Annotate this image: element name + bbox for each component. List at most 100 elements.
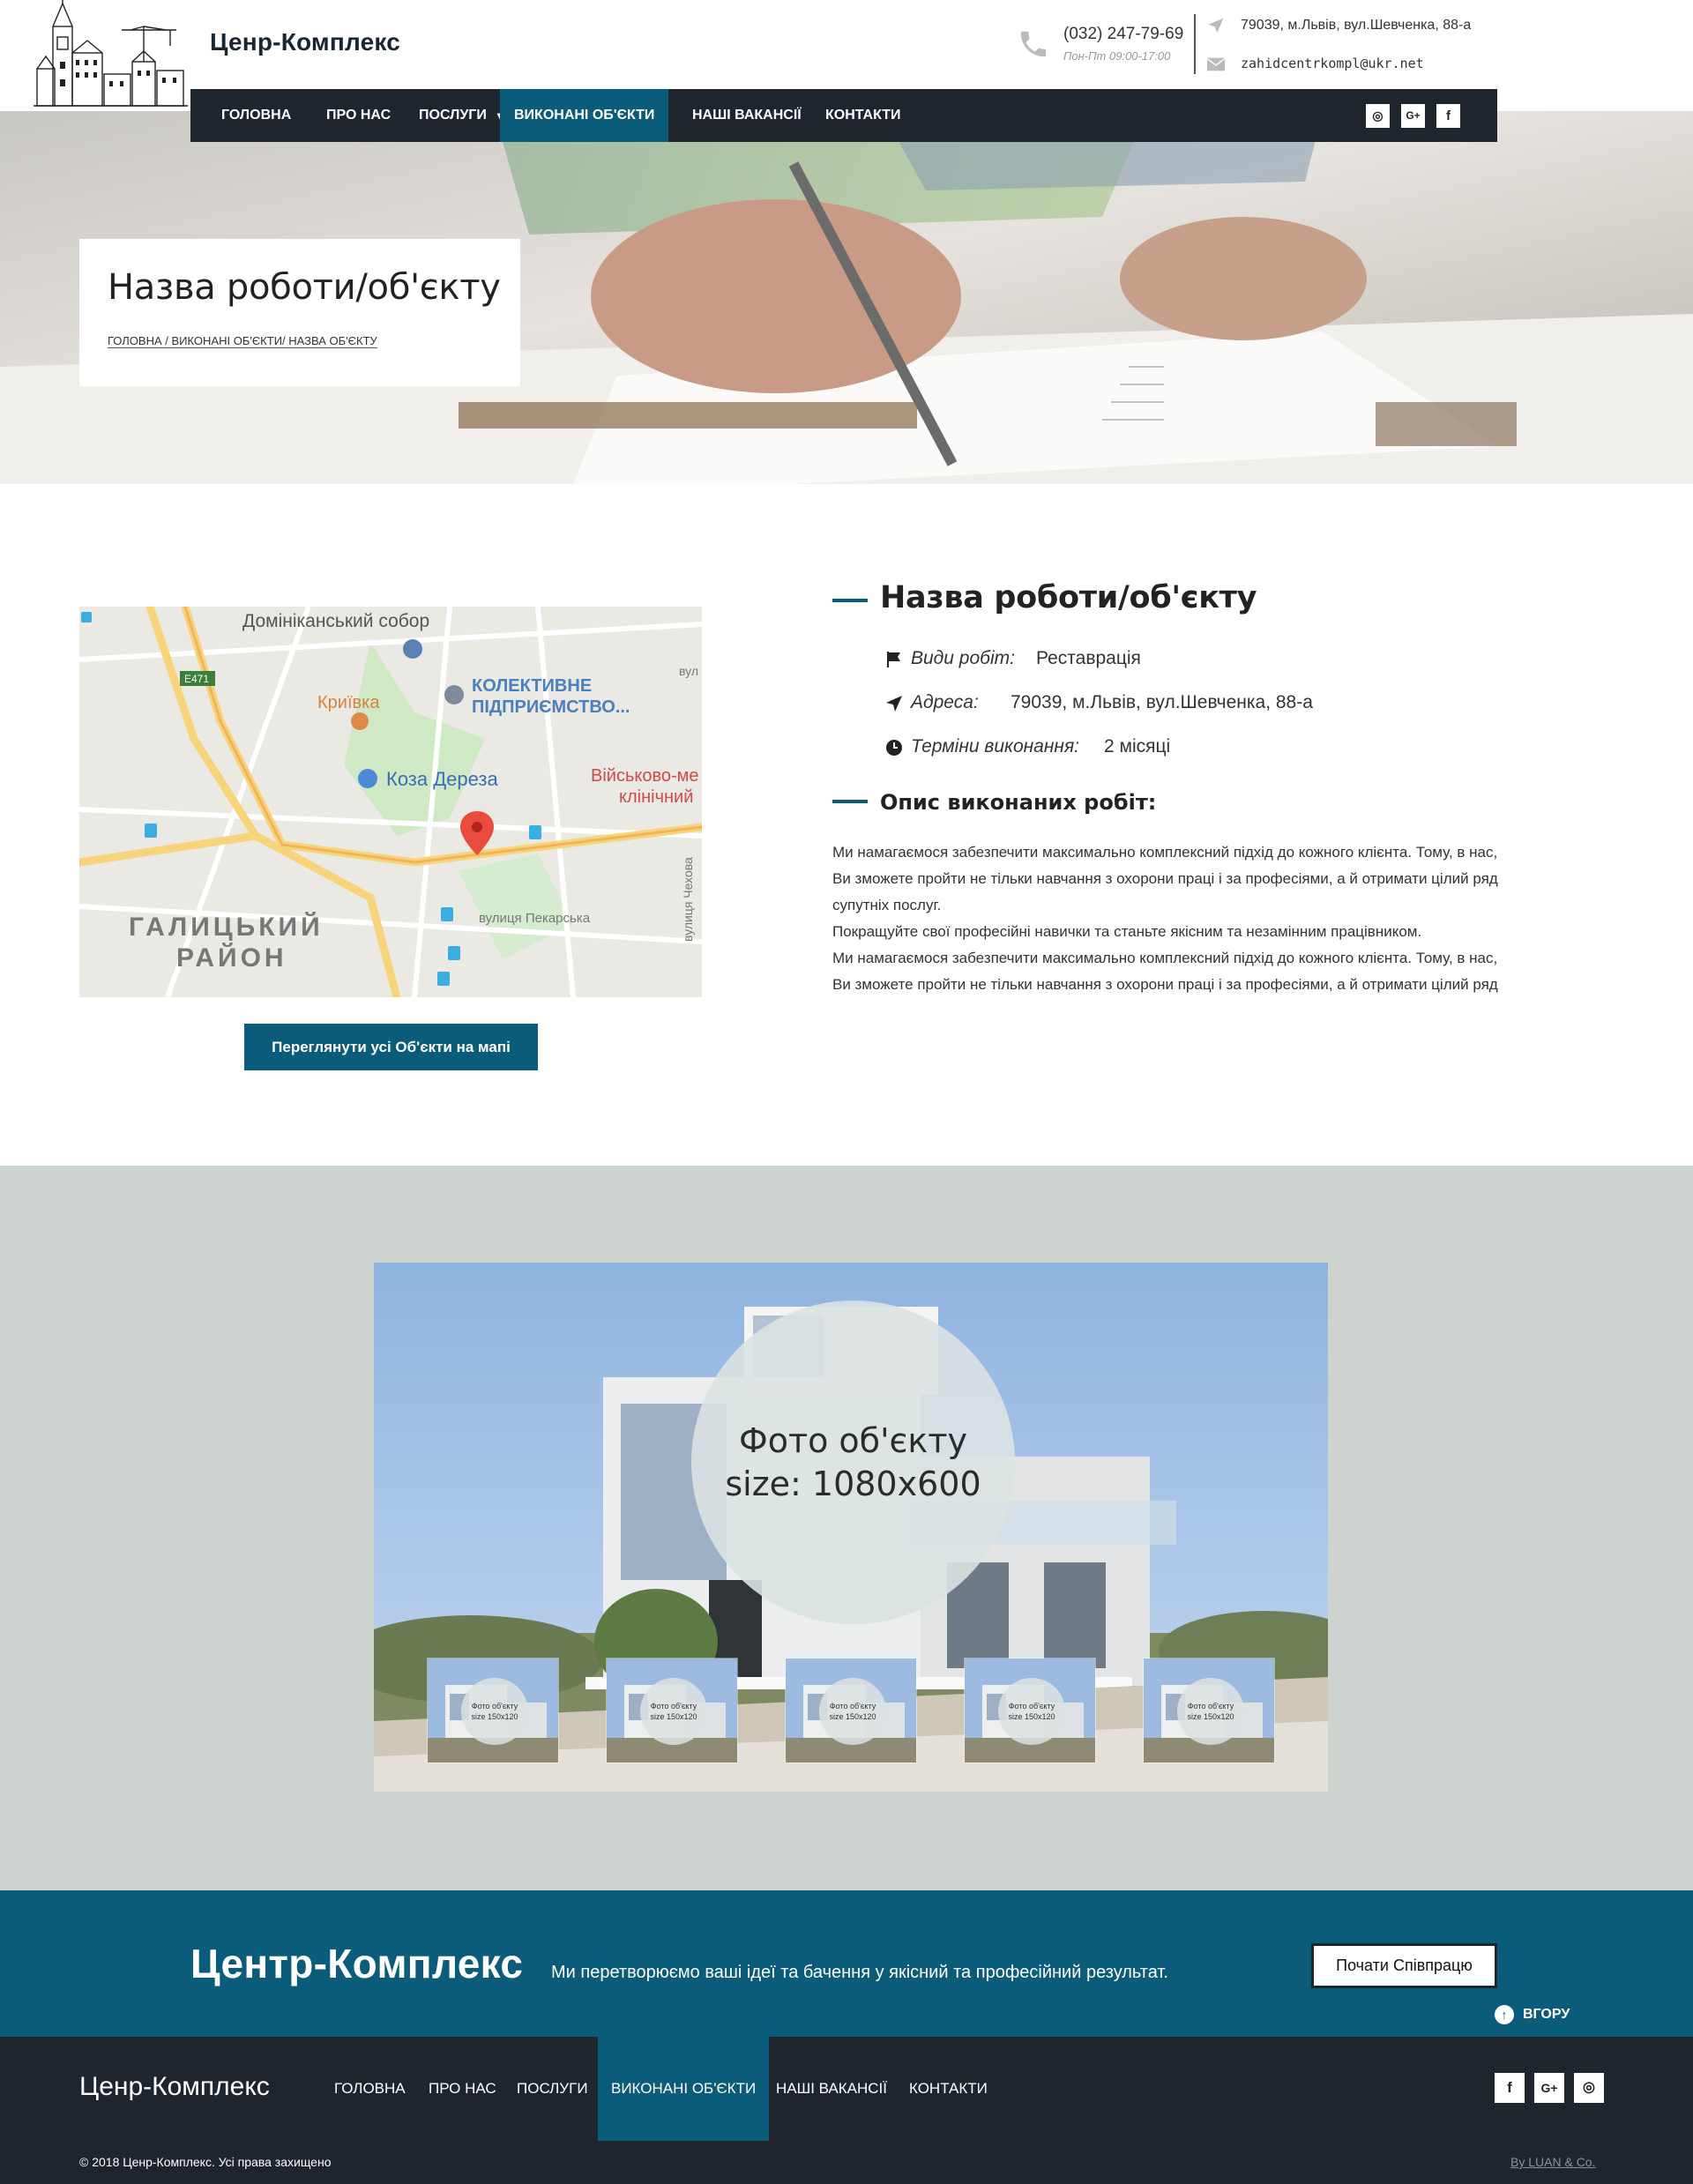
breadcrumb-completed-objects[interactable]: ВИКОНАНІ ОБ'ЄКТИ	[171, 334, 283, 348]
map-label-koza-dereza: Коза Дереза	[386, 768, 498, 790]
map-label-cathedral: Домініканський собор	[242, 611, 429, 631]
section-dash	[832, 800, 868, 803]
description-line: Ми намагаємося забезпечити максимально к…	[832, 950, 1498, 966]
thumb-caption-line-2: size 150x120	[1008, 1712, 1055, 1721]
thumb-caption-line-2: size 150x120	[471, 1712, 518, 1721]
description-line: Ви зможете пройти не тільки навчання з о…	[832, 976, 1498, 993]
working-hours: Пон-Пт 09:00-17:00	[1063, 49, 1171, 63]
nav-item-contacts[interactable]: КОНТАКТИ	[811, 89, 915, 142]
phone-icon	[1020, 31, 1047, 57]
nav-item-home[interactable]: ГОЛОВНА	[207, 89, 305, 142]
breadcrumb: ГОЛОВНА / ВИКОНАНІ ОБ'ЄКТИ/ НАЗВА ОБ'ЄКТ…	[108, 334, 520, 348]
gallery-thumbnail[interactable]: Фото об'єкту size 150x120	[427, 1658, 559, 1763]
phone-number[interactable]: (032) 247-79-69	[1063, 25, 1183, 44]
facebook-icon[interactable]: f	[1495, 2073, 1525, 2103]
work-type-value: Реставрація	[1036, 648, 1141, 668]
arrow-up-circle-icon: ↑	[1495, 2005, 1514, 2024]
footer-nav-completed-objects[interactable]: ВИКОНАНІ ОБ'ЄКТИ	[598, 2037, 770, 2141]
copyright: © 2018 Ценр-Комплекс. Усі права захищено	[79, 2155, 332, 2169]
gallery-thumbnail[interactable]: Фото об'єкту size 150x120	[1143, 1658, 1275, 1763]
thumb-caption-line-1: Фото об'єкту	[471, 1702, 518, 1711]
map-label-street-1: вулиця Пекарська	[479, 911, 591, 926]
map-label-e471: E471	[184, 673, 209, 685]
map-label-military-1: Військово-ме	[591, 766, 699, 786]
location-arrow-icon	[1208, 18, 1224, 34]
address-label: Адреса:	[911, 692, 979, 712]
footer-nav-about[interactable]: ПРО НАС	[415, 2037, 510, 2141]
instagram-icon[interactable]: ◎	[1574, 2073, 1604, 2103]
back-to-top-label: ВГОРУ	[1523, 2007, 1570, 2023]
description-line: Ми намагаємося забезпечити максимально к…	[832, 844, 1498, 861]
thumb-caption-line-2: size 150x120	[650, 1712, 697, 1721]
map-label-district-1: ГАЛИЦЬКИЙ	[129, 912, 324, 942]
cta-text: Ми перетворюємо ваші ідеї та бачення у я…	[551, 1963, 1168, 1982]
description-line: супутніх послуг.	[832, 897, 942, 913]
photo-caption-line-2: size: 1080x600	[725, 1464, 981, 1503]
address-value: 79039, м.Львів, вул.Шевченка, 88-а	[1011, 692, 1313, 712]
map-graphic: E471 Домініканський собор Криївка КОЛЕКТ…	[79, 607, 702, 997]
term-value: 2 місяці	[1104, 736, 1171, 757]
gallery-thumbnail[interactable]: Фото об'єкту size 150x120	[606, 1658, 738, 1763]
nav-item-services[interactable]: ПОСЛУГИ ▾	[405, 89, 513, 142]
photo-caption-line-1: Фото об'єкту	[739, 1420, 967, 1460]
nav-item-vacancies[interactable]: НАШІ ВАКАНСІЇ	[678, 89, 816, 142]
back-to-top-link[interactable]: ↑ ВГОРУ	[1495, 2005, 1570, 2024]
instagram-icon[interactable]: ◎	[1366, 104, 1390, 128]
footer-brand[interactable]: Ценр-Комплекс	[79, 2072, 270, 2102]
thumb-caption-line-1: Фото об'єкту	[1187, 1702, 1234, 1711]
view-all-on-map-button[interactable]: Переглянути усі Об'єкти на мапі	[244, 1024, 538, 1070]
map-label-military-2: клінічний	[619, 787, 693, 807]
site-brand[interactable]: Ценр-Комплекс	[210, 28, 400, 56]
gallery-thumbnail[interactable]: Фото об'єкту size 150x120	[785, 1658, 917, 1763]
header-address: 79039, м.Львів, вул.Шевченка, 88-а	[1241, 18, 1472, 33]
hero-banner: Назва роботи/об'єкту ГОЛОВНА / ВИКОНАНІ …	[0, 111, 1693, 484]
map-label-company-2: ПІДПРИЄМСТВО...	[472, 697, 630, 717]
work-type-label: Види робіт:	[911, 648, 1015, 668]
section-dash	[832, 599, 868, 602]
map-label-kryivka: Криївка	[317, 693, 380, 712]
gallery-thumbnail[interactable]: Фото об'єкту size 150x120	[964, 1658, 1096, 1763]
logo-city-sketch-icon[interactable]	[34, 0, 188, 111]
description-line: Покращуйте свої професійні навички та ст…	[832, 923, 1422, 940]
object-map[interactable]: E471 Домініканський собор Криївка КОЛЕКТ…	[79, 607, 702, 997]
object-title: Назва роботи/об'єкту	[880, 580, 1257, 615]
thumbnail-placeholder-badge: Фото об'єкту size 150x120	[1177, 1678, 1244, 1745]
thumbnail-placeholder-badge: Фото об'єкту size 150x120	[998, 1678, 1065, 1745]
footer-nav-vacancies[interactable]: НАШІ ВАКАНСІЇ	[763, 2037, 900, 2141]
credit-link[interactable]: By LUAN & Co.	[1510, 2155, 1595, 2169]
thumb-caption-line-1: Фото об'єкту	[1008, 1702, 1055, 1711]
envelope-icon	[1206, 57, 1226, 71]
map-label-company-1: КОЛЕКТИВНЕ	[472, 676, 592, 696]
photo-placeholder-badge: Фото об'єкту size: 1080x600	[691, 1301, 1015, 1624]
nav-item-completed-objects[interactable]: ВИКОНАНІ ОБ'ЄКТИ	[500, 89, 669, 142]
breadcrumb-home[interactable]: ГОЛОВНА /	[108, 334, 172, 348]
cta-brand: Центр-Комплекс	[190, 1941, 524, 1986]
google-plus-icon[interactable]: G+	[1401, 104, 1425, 128]
footer-nav-contacts[interactable]: КОНТАКТИ	[896, 2037, 1001, 2141]
header-divider	[1194, 14, 1196, 74]
start-cooperation-button[interactable]: Почати Співпрацю	[1311, 1943, 1497, 1988]
footer-nav-home[interactable]: ГОЛОВНА	[321, 2037, 419, 2141]
description-title: Опис виконаних робіт:	[880, 790, 1157, 815]
thumb-caption-line-1: Фото об'єкту	[829, 1702, 876, 1711]
thumbnail-placeholder-badge: Фото об'єкту size 150x120	[461, 1678, 528, 1745]
main-nav: ГОЛОВНА ПРО НАС ПОСЛУГИ ▾ ВИКОНАНІ ОБ'ЄК…	[190, 89, 1497, 142]
header-email[interactable]: zahidcentrkompl@ukr.net	[1241, 56, 1424, 71]
flag-icon	[887, 652, 900, 667]
google-plus-icon[interactable]: G+	[1534, 2073, 1564, 2103]
facebook-icon[interactable]: f	[1436, 104, 1460, 128]
nav-item-about[interactable]: ПРО НАС	[312, 89, 405, 142]
footer-nav-services[interactable]: ПОСЛУГИ	[503, 2037, 601, 2141]
nav-item-services-label: ПОСЛУГИ	[419, 108, 487, 123]
thumb-caption-line-1: Фото об'єкту	[650, 1702, 697, 1711]
thumb-caption-line-2: size 150x120	[1187, 1712, 1234, 1721]
map-label-street-2: вулиця Чехова	[681, 857, 695, 942]
thumbnail-placeholder-badge: Фото об'єкту size 150x120	[819, 1678, 886, 1745]
thumbnail-placeholder-badge: Фото об'єкту size 150x120	[640, 1678, 707, 1745]
cta-banner: Центр-Комплекс Ми перетворюємо ваші ідеї…	[0, 1890, 1693, 2037]
site-footer: Ценр-Комплекс ГОЛОВНА ПРО НАС ПОСЛУГИ ВИ…	[0, 2037, 1693, 2184]
description-text: Ми намагаємося забезпечити максимально к…	[832, 839, 1582, 998]
map-label-district-2: РАЙОН	[176, 943, 287, 973]
location-arrow-icon	[886, 696, 902, 712]
thumb-caption-line-2: size 150x120	[829, 1712, 876, 1721]
